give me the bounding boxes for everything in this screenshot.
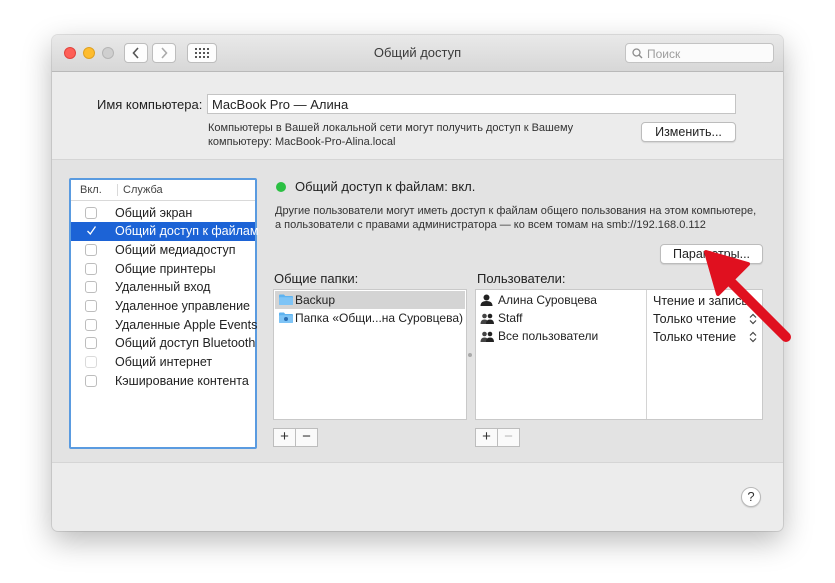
computer-name-field[interactable]: MacBook Pro — Алина	[207, 94, 736, 114]
computer-name-description-line1: Компьютеры в Вашей локальной сети могут …	[208, 122, 574, 134]
public-folder-icon	[279, 312, 293, 323]
title-bar: Общий доступ Поиск	[52, 35, 783, 72]
file-sharing-description-line1: Другие пользователи могут иметь доступ к…	[275, 205, 757, 217]
service-checkbox[interactable]	[85, 281, 97, 293]
group-icon	[480, 331, 494, 342]
search-icon	[632, 48, 643, 59]
folder-icon	[279, 294, 293, 305]
service-name: Удаленное управление	[115, 299, 250, 313]
service-name: Общий медиадоступ	[115, 243, 236, 257]
user-name: Алина Суровцева	[498, 293, 597, 307]
splitter-handle[interactable]	[468, 353, 472, 357]
service-name: Общий экран	[115, 206, 193, 220]
checkmark-icon	[86, 226, 96, 236]
service-name: Общий доступ Bluetooth	[115, 336, 256, 350]
group-icon	[480, 313, 494, 324]
user-name: Staff	[498, 311, 523, 325]
remove-folder-button[interactable]: −	[296, 428, 318, 447]
services-list-header: Вкл. Служба	[71, 180, 255, 201]
service-name: Кэширование контента	[115, 374, 249, 388]
person-icon	[480, 294, 493, 306]
service-row-media-sharing[interactable]: Общий медиадоступ	[71, 241, 255, 260]
service-name: Удаленные Apple Events	[115, 318, 258, 332]
service-row-remote-login[interactable]: Удаленный вход	[71, 278, 255, 297]
search-field[interactable]: Поиск	[625, 43, 774, 63]
help-button[interactable]: ?	[741, 487, 761, 507]
service-checkbox[interactable]	[85, 375, 97, 387]
service-row-screen-sharing[interactable]: Общий экран	[71, 204, 255, 223]
service-row-printer-sharing[interactable]: Общие принтеры	[71, 260, 255, 279]
service-checkbox[interactable]	[85, 263, 97, 275]
service-row-remote-management[interactable]: Удаленное управление	[71, 297, 255, 316]
shared-folder-row[interactable]: Папка «Общи...на Суровцева)	[275, 309, 465, 327]
file-sharing-status: Общий доступ к файлам: вкл.	[295, 179, 476, 194]
shared-folders-list[interactable]: Backup Папка «Общи...на Суровцева)	[273, 289, 467, 420]
shared-folder-name: Backup	[295, 293, 336, 307]
service-row-bluetooth-sharing[interactable]: Общий доступ Bluetooth	[71, 334, 255, 353]
service-name: Удаленный вход	[115, 280, 211, 294]
edit-computer-name-button[interactable]: Изменить...	[641, 122, 736, 142]
status-indicator-dot	[276, 182, 286, 192]
users-label: Пользователи:	[477, 271, 566, 286]
service-row-content-caching[interactable]: Кэширование контента	[71, 372, 255, 391]
service-name: Общий доступ к файлам	[115, 224, 259, 238]
shared-folders-label: Общие папки:	[274, 271, 359, 286]
remove-user-button: −	[498, 428, 520, 447]
service-checkbox[interactable]	[85, 337, 97, 349]
file-sharing-description-line2: а пользователи с правами администратора …	[275, 219, 706, 231]
user-row[interactable]: Staff	[480, 310, 640, 328]
add-user-button[interactable]: +	[475, 428, 498, 447]
shared-folder-name: Папка «Общи...на Суровцева)	[295, 311, 463, 325]
service-row-file-sharing[interactable]: Общий доступ к файлам	[71, 222, 259, 241]
service-name: Общий интернет	[115, 355, 213, 369]
service-checkbox[interactable]	[85, 300, 97, 312]
services-list[interactable]: Вкл. Служба Общий экран Общий доступ к ф…	[69, 178, 259, 449]
shared-folders-add-remove: + −	[273, 428, 318, 447]
service-row-remote-apple-events[interactable]: Удаленные Apple Events	[71, 316, 258, 335]
user-name: Все пользователи	[498, 329, 599, 343]
search-placeholder: Поиск	[647, 47, 681, 61]
user-row[interactable]: Алина Суровцева	[480, 292, 640, 310]
column-header-on: Вкл.	[80, 184, 102, 196]
add-folder-button[interactable]: +	[273, 428, 296, 447]
service-name: Общие принтеры	[115, 262, 216, 276]
user-row[interactable]: Все пользователи	[480, 328, 640, 346]
system-preferences-window: Общий доступ Поиск Имя компьютера: MacBo…	[52, 35, 783, 531]
computer-name-label: Имя компьютера:	[97, 97, 203, 112]
users-add-remove: + −	[475, 428, 520, 447]
shared-folder-row[interactable]: Backup	[275, 291, 465, 309]
service-checkbox[interactable]	[85, 207, 97, 219]
service-checkbox[interactable]	[85, 319, 97, 331]
service-row-internet-sharing[interactable]: Общий интернет	[71, 353, 255, 372]
service-checkbox[interactable]	[85, 244, 97, 256]
service-checkbox-disabled	[85, 356, 97, 368]
column-header-service: Служба	[117, 184, 163, 196]
service-checkbox-checked[interactable]	[85, 225, 97, 237]
red-arrow-annotation	[704, 250, 791, 342]
computer-name-description-line2: компьютеру: MacBook-Pro-Alina.local	[208, 136, 396, 148]
